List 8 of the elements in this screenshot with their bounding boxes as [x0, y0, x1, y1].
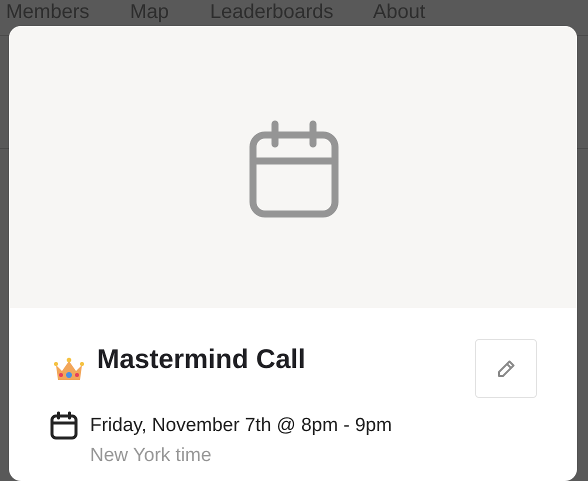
- event-timezone: New York time: [90, 444, 212, 468]
- calendar-icon: [50, 411, 78, 440]
- event-date: Friday, November 7th @ 8pm - 9pm: [90, 414, 392, 438]
- crown-icon: [54, 357, 84, 382]
- pencil-icon: [495, 358, 517, 380]
- event-title: Mastermind Call: [97, 344, 307, 375]
- edit-button[interactable]: [475, 339, 537, 398]
- calendar-icon: [249, 120, 339, 218]
